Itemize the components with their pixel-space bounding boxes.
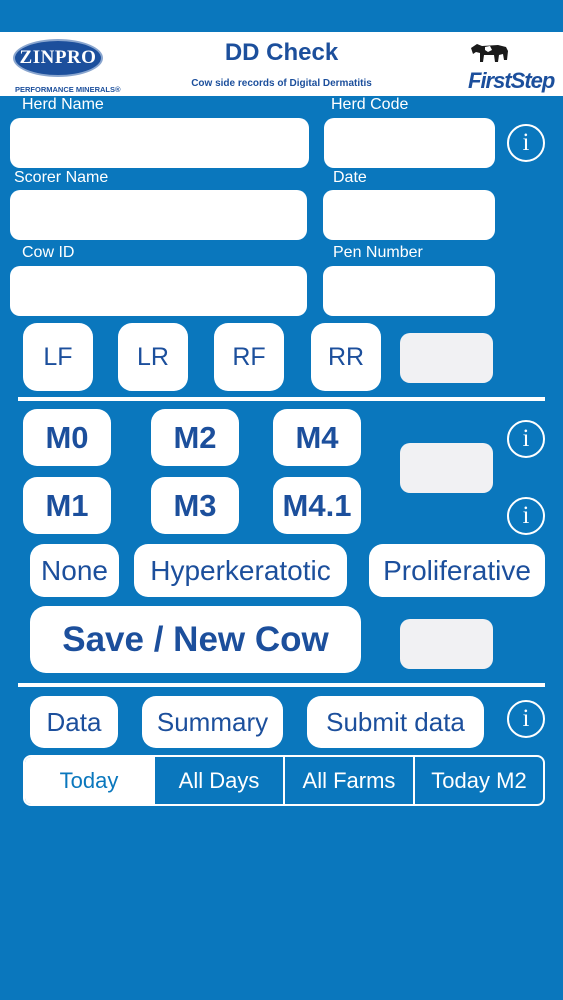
scorer-name-label: Scorer Name (14, 169, 109, 186)
foot-lf-button[interactable]: LF (23, 323, 93, 391)
m4-button[interactable]: M4 (273, 409, 361, 466)
lesion-none-button[interactable]: None (30, 544, 119, 597)
foot-rf-button[interactable]: RF (214, 323, 284, 391)
submit-data-button[interactable]: Submit data (307, 696, 484, 748)
m0-button[interactable]: M0 (23, 409, 111, 466)
herd-code-label: Herd Code (331, 96, 409, 113)
lesion-proliferative-button[interactable]: Proliferative (369, 544, 545, 597)
firststep-logo: FirstStep (464, 36, 555, 94)
pen-number-label: Pen Number (333, 244, 423, 261)
lesion-hyperkeratotic-button[interactable]: Hyperkeratotic (134, 544, 347, 597)
scorer-name-input[interactable] (10, 190, 307, 240)
selected-foot-display (400, 333, 493, 383)
m1-button[interactable]: M1 (23, 477, 111, 534)
segment-today[interactable]: Today (25, 757, 153, 804)
app-header: ZINPRO PERFORMANCE MINERALS® DD Check Co… (0, 32, 563, 96)
herd-name-label: Herd Name (22, 96, 104, 113)
segment-today-m2[interactable]: Today M2 (413, 757, 543, 804)
info-icon[interactable]: i (507, 700, 545, 738)
herd-code-input[interactable] (324, 118, 495, 168)
herd-name-input[interactable] (10, 118, 309, 168)
count-display (400, 619, 493, 669)
section-divider (18, 683, 545, 687)
info-icon[interactable]: i (507, 124, 545, 162)
segment-all-farms[interactable]: All Farms (283, 757, 413, 804)
segment-all-days[interactable]: All Days (153, 757, 283, 804)
section-divider (18, 397, 545, 401)
m4-1-button[interactable]: M4.1 (273, 477, 361, 534)
info-icon[interactable]: i (507, 497, 545, 535)
save-new-cow-button[interactable]: Save / New Cow (30, 606, 361, 673)
m2-button[interactable]: M2 (151, 409, 239, 466)
firststep-logo-text: FirstStep (468, 68, 555, 93)
pen-number-input[interactable] (323, 266, 495, 316)
cow-id-input[interactable] (10, 266, 307, 316)
foot-rr-button[interactable]: RR (311, 323, 381, 391)
summary-button[interactable]: Summary (142, 696, 283, 748)
foot-lr-button[interactable]: LR (118, 323, 188, 391)
data-button[interactable]: Data (30, 696, 118, 748)
m3-button[interactable]: M3 (151, 477, 239, 534)
info-icon[interactable]: i (507, 420, 545, 458)
date-input[interactable] (323, 190, 495, 240)
data-range-segmented-control: Today All Days All Farms Today M2 (23, 755, 545, 806)
cow-id-label: Cow ID (22, 244, 75, 261)
cow-icon (471, 44, 508, 62)
date-label: Date (333, 169, 367, 186)
selected-m-score-display (400, 443, 493, 493)
